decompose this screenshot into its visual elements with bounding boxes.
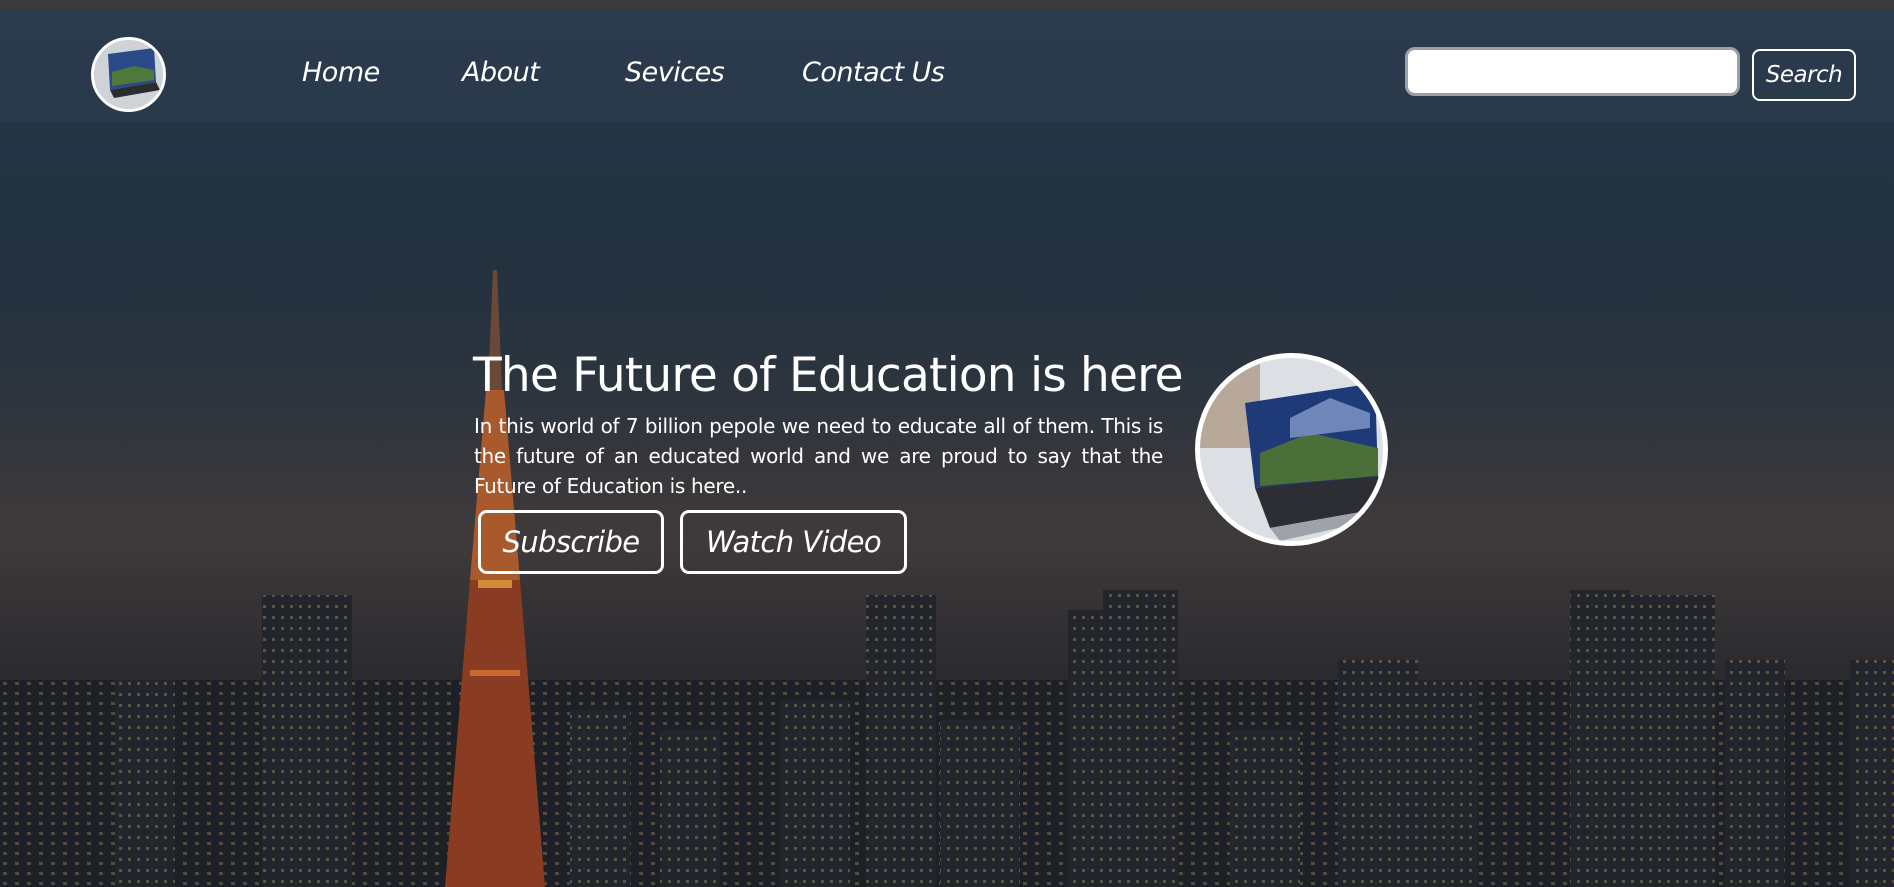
hero-title: The Future of Education is here (473, 348, 1184, 403)
nav-link-home[interactable]: Home (302, 57, 380, 88)
search-input[interactable] (1405, 47, 1740, 96)
nav-link-about[interactable]: About (462, 57, 540, 88)
nav-link-services[interactable]: Sevices (625, 57, 725, 88)
hero-description: In this world of 7 billion pepole we nee… (474, 414, 1163, 498)
page: Home About Sevices Contact Us Search The… (0, 0, 1894, 887)
browser-top-strip (0, 0, 1894, 9)
watch-video-button[interactable]: Watch Video (680, 510, 907, 574)
laptop-photo-icon (1195, 353, 1388, 546)
navbar: Home About Sevices Contact Us Search (0, 9, 1894, 121)
search-button[interactable]: Search (1752, 49, 1856, 101)
nav-link-contact[interactable]: Contact Us (802, 57, 945, 88)
subscribe-button[interactable]: Subscribe (478, 510, 664, 574)
logo-icon[interactable] (91, 37, 166, 112)
city-skyline-background (0, 250, 1894, 887)
